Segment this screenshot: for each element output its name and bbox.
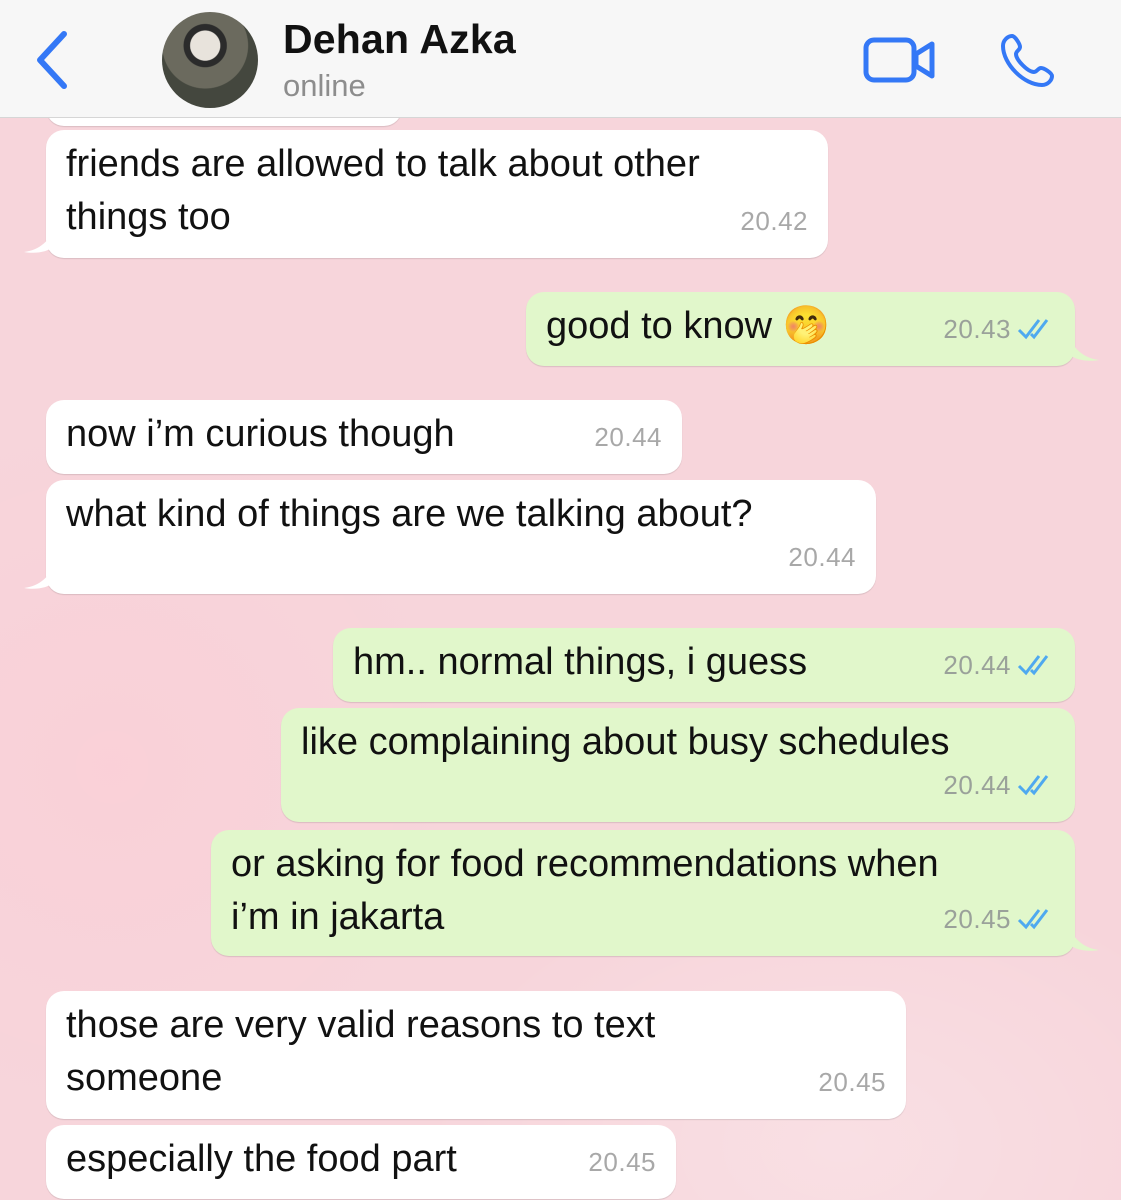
message-text: especially the food part bbox=[66, 1138, 457, 1180]
message-time: 20.42 bbox=[740, 206, 808, 236]
message-outgoing[interactable]: hm.. normal things, i guess 20.44 bbox=[333, 628, 1075, 702]
bubble-tail bbox=[24, 228, 54, 253]
video-call-button[interactable] bbox=[862, 34, 938, 86]
message-time-wrap: 20.44 bbox=[943, 639, 1055, 692]
partial-message bbox=[46, 118, 402, 126]
message-time: 20.44 bbox=[788, 542, 856, 572]
message-text: like complaining about busy schedules bbox=[301, 721, 950, 763]
message-time-wrap: 20.44 bbox=[943, 759, 1055, 812]
message-time: 20.45 bbox=[943, 904, 1011, 934]
bubble-tail bbox=[1069, 336, 1099, 361]
double-check-icon bbox=[1017, 319, 1049, 340]
message-incoming[interactable]: what kind of things are we talking about… bbox=[24, 480, 876, 594]
message-time: 20.44 bbox=[594, 422, 662, 452]
message-time-wrap: 20.45 bbox=[943, 893, 1055, 946]
message-incoming[interactable]: those are very valid reasons to text som… bbox=[46, 991, 906, 1119]
message-text: now i’m curious though bbox=[66, 413, 455, 455]
chat-area[interactable]: friends are allowed to talk about other … bbox=[0, 118, 1121, 1200]
message-incoming[interactable]: especially the food part 20.45 bbox=[46, 1125, 676, 1199]
bubble-tail bbox=[1069, 926, 1099, 951]
message-time: 20.45 bbox=[818, 1067, 886, 1097]
message-time: 20.44 bbox=[943, 650, 1011, 680]
message-text: what kind of things are we talking about… bbox=[66, 493, 753, 535]
message-time: 20.44 bbox=[943, 770, 1011, 800]
contact-status: online bbox=[283, 68, 366, 103]
message-outgoing[interactable]: like complaining about busy schedules 20… bbox=[281, 708, 1075, 822]
phone-icon bbox=[1001, 34, 1054, 87]
message-time-wrap: 20.43 bbox=[943, 303, 1055, 356]
message-text: friends are allowed to talk about other … bbox=[66, 143, 700, 238]
double-check-icon bbox=[1017, 655, 1049, 676]
voice-call-button[interactable] bbox=[998, 30, 1058, 90]
contact-name[interactable]: Dehan Azka bbox=[283, 16, 516, 63]
back-button[interactable] bbox=[30, 28, 80, 92]
chat-header: Dehan Azka online bbox=[0, 0, 1121, 118]
double-check-icon bbox=[1017, 775, 1049, 796]
message-outgoing[interactable]: good to know 🤭 20.43 bbox=[526, 292, 1099, 366]
message-text: or asking for food recommendations when … bbox=[231, 843, 939, 938]
chevron-left-icon bbox=[37, 31, 67, 89]
video-camera-icon bbox=[863, 37, 935, 83]
message-incoming[interactable]: now i’m curious though 20.44 bbox=[46, 400, 682, 474]
message-time: 20.43 bbox=[943, 314, 1011, 344]
avatar[interactable] bbox=[162, 12, 258, 108]
message-text: those are very valid reasons to text som… bbox=[66, 1004, 656, 1099]
message-time: 20.45 bbox=[588, 1147, 656, 1177]
bubble-tail bbox=[24, 564, 54, 589]
message-outgoing[interactable]: or asking for food recommendations when … bbox=[211, 830, 1099, 956]
message-incoming[interactable]: friends are allowed to talk about other … bbox=[24, 130, 828, 258]
double-check-icon bbox=[1017, 909, 1049, 930]
